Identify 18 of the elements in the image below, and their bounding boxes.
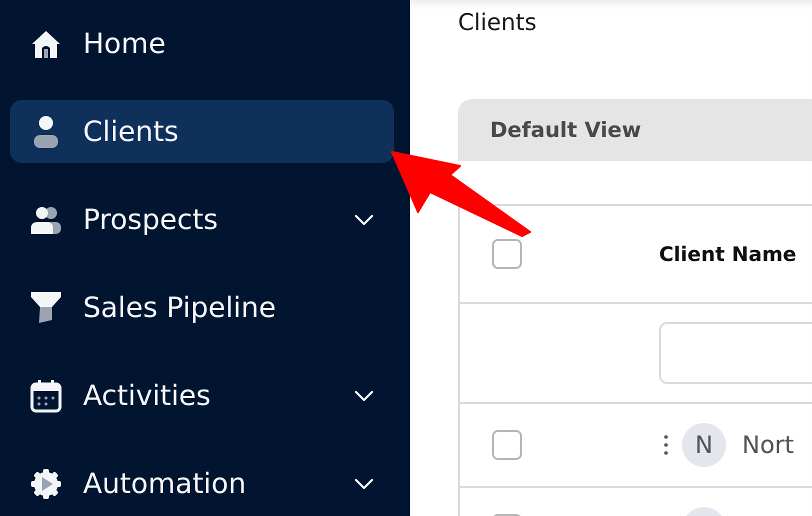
sidebar-item[interactable]: Activities — [10, 364, 394, 427]
funnel-icon — [30, 290, 62, 324]
calendar-icon — [30, 378, 62, 412]
sidebar-item[interactable]: Prospects — [10, 188, 394, 251]
sidebar-item[interactable]: Home — [10, 12, 394, 75]
view-dropdown[interactable]: Default View — [458, 99, 812, 161]
avatar: N — [682, 423, 726, 467]
sidebar-item[interactable]: Clients — [10, 100, 394, 163]
sidebar-item[interactable]: Automation — [10, 452, 394, 515]
row-checkbox[interactable] — [492, 430, 522, 460]
column-header[interactable]: Client Name — [659, 242, 796, 266]
gear-play-icon — [30, 468, 62, 500]
person-icon — [33, 114, 59, 148]
select-all-checkbox[interactable] — [492, 239, 522, 269]
client-name[interactable]: Nort — [742, 431, 794, 459]
sidebar-item[interactable]: Sales Pipeline — [10, 276, 394, 339]
kebab-icon[interactable] — [664, 435, 668, 455]
page-title: Clients — [458, 10, 537, 36]
